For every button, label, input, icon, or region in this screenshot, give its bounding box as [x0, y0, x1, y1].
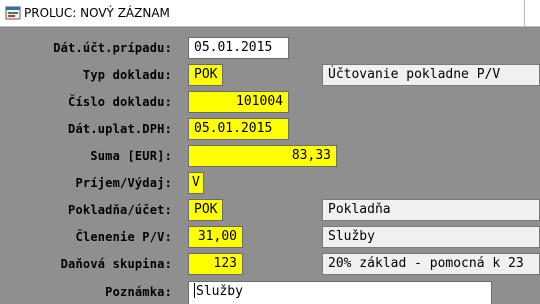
app-window-icon	[5, 6, 21, 20]
dat-uplat-dph-input[interactable]: 05.01.2015	[188, 118, 289, 140]
label-cislo-dokladu: Číslo dokladu:	[68, 95, 172, 109]
clenenie-pv-description: Služby	[322, 226, 540, 248]
poznamka-input[interactable]: Služby	[188, 281, 492, 304]
label-prijem-vydaj: Príjem/Výdaj:	[75, 176, 172, 190]
label-dat-uct-pripadu: Dát.účt.prípadu:	[53, 41, 172, 55]
cislo-dokladu-input[interactable]: 101004	[188, 91, 289, 113]
suma-input[interactable]: 83,33	[188, 145, 337, 167]
typ-dokladu-input[interactable]: POK	[188, 64, 223, 86]
danova-skupina-input[interactable]: 123	[188, 253, 243, 275]
danova-skupina-description: 20% základ - pomocná k 23	[322, 253, 540, 275]
clenenie-pv-input[interactable]: 31,00	[188, 226, 243, 248]
window-titlebar: PROLUC: NOVÝ ZÁZNAM	[0, 0, 540, 27]
prijem-vydaj-input[interactable]: V	[188, 172, 204, 194]
label-suma: Suma [EUR]:	[90, 149, 172, 163]
titlebar-edge	[524, 0, 540, 26]
text-caret	[194, 283, 195, 298]
dat-uct-pripadu-input[interactable]: 05.01.2015	[188, 37, 289, 59]
typ-dokladu-description: Účtovanie pokladne P/V	[322, 64, 540, 86]
label-poznamka: Poznámka:	[105, 285, 172, 299]
label-pokladna-ucet: Pokladňa/účet:	[68, 203, 172, 217]
window-title: PROLUC: NOVÝ ZÁZNAM	[24, 6, 170, 20]
poznamka-value: Služby	[196, 284, 243, 299]
label-danova-skupina: Daňová skupina:	[60, 257, 172, 271]
label-clenenie-pv: Členenie P/V:	[75, 230, 172, 244]
label-typ-dokladu: Typ dokladu:	[82, 68, 172, 82]
label-dat-uplat-dph: Dát.uplat.DPH:	[68, 122, 172, 136]
pokladna-ucet-description: Pokladňa	[322, 199, 540, 221]
pokladna-ucet-input[interactable]: POK	[188, 199, 223, 221]
